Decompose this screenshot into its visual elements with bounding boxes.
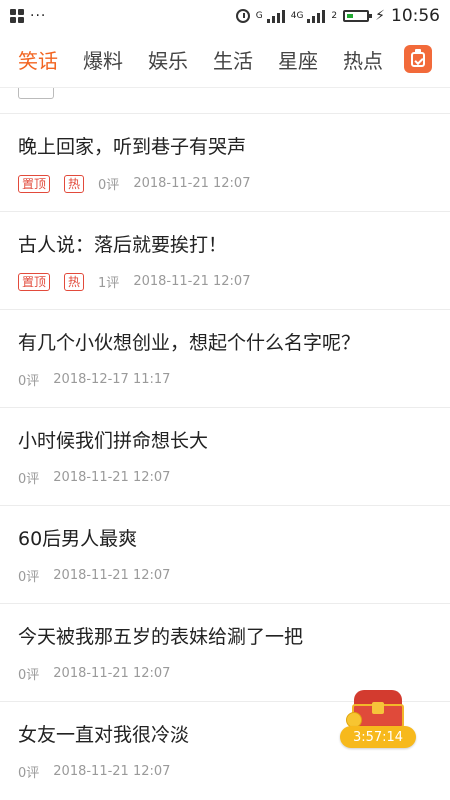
network-type-2: 4G bbox=[290, 11, 304, 21]
app-grid-icon bbox=[10, 9, 24, 23]
partial-list-item bbox=[18, 88, 54, 99]
comment-count: 0评 bbox=[18, 766, 40, 781]
list-item[interactable]: 有几个小伙想创业，想起个什么名字呢？ 0评 2018-12-17 11:17 bbox=[0, 309, 450, 407]
signal-2-icon bbox=[307, 9, 326, 23]
article-date: 2018-11-21 12:07 bbox=[53, 764, 171, 779]
tab-exposes[interactable]: 爆料 bbox=[83, 45, 123, 74]
article-title: 60后男人最爽 bbox=[18, 528, 138, 550]
article-date: 2018-11-21 12:07 bbox=[53, 568, 171, 583]
tab-jokes[interactable]: 笑话 bbox=[18, 45, 58, 74]
tab-horoscope[interactable]: 星座 bbox=[278, 45, 318, 74]
article-meta: 置顶 热 1评 2018-11-21 12:07 bbox=[18, 272, 432, 291]
pinned-badge: 置顶 bbox=[18, 174, 51, 193]
article-meta: 0评 2018-11-21 12:07 bbox=[18, 664, 432, 683]
list-item[interactable]: 古人说：落后就要挨打！ 置顶 热 1评 2018-11-21 12:07 bbox=[0, 211, 450, 309]
list-item[interactable]: 今天被我那五岁的表妹给涮了一把 0评 2018-11-21 12:07 bbox=[0, 603, 450, 701]
comment-count: 0评 bbox=[18, 472, 40, 487]
list-item[interactable]: 晚上回家，听到巷子有哭声 置顶 热 0评 2018-11-21 12:07 bbox=[0, 113, 450, 211]
tab-entertainment[interactable]: 娱乐 bbox=[148, 45, 188, 74]
hot-badge: 热 bbox=[64, 174, 85, 193]
comment-count: 0评 bbox=[18, 668, 40, 683]
article-date: 2018-11-21 12:07 bbox=[53, 666, 171, 681]
article-title: 有几个小伙想创业，想起个什么名字呢？ bbox=[18, 332, 361, 354]
comment-count: 0评 bbox=[18, 570, 40, 585]
comment-count: 0评 bbox=[98, 178, 120, 193]
network-type-1: G bbox=[255, 11, 263, 21]
reward-treasure-button[interactable]: 3:57:14 bbox=[338, 690, 420, 750]
status-time: 10:56 bbox=[391, 6, 440, 26]
charging-icon: ⚡ bbox=[375, 8, 385, 24]
list-item[interactable]: 60后男人最爽 0评 2018-11-21 12:07 bbox=[0, 505, 450, 603]
tab-manage-button[interactable] bbox=[404, 45, 432, 73]
article-date: 2018-11-21 12:07 bbox=[133, 176, 251, 191]
sim-2-label: 2 bbox=[331, 11, 338, 21]
pinned-badge: 置顶 bbox=[18, 272, 51, 291]
chest-lock-icon bbox=[372, 702, 384, 714]
more-notifications-icon: ··· bbox=[30, 8, 47, 24]
article-meta: 0评 2018-12-17 11:17 bbox=[18, 370, 432, 389]
tab-life[interactable]: 生活 bbox=[213, 45, 253, 74]
article-date: 2018-12-17 11:17 bbox=[53, 372, 171, 387]
list-item[interactable]: 小时候我们拼命想长大 0评 2018-11-21 12:07 bbox=[0, 407, 450, 505]
article-date: 2018-11-21 12:07 bbox=[133, 274, 251, 289]
article-meta: 0评 2018-11-21 12:07 bbox=[18, 468, 432, 487]
comment-count: 1评 bbox=[98, 276, 120, 291]
article-title: 小时候我们拼命想长大 bbox=[18, 430, 209, 452]
article-title: 晚上回家，听到巷子有哭声 bbox=[18, 136, 247, 158]
reward-countdown: 3:57:14 bbox=[340, 726, 416, 748]
hot-badge: 热 bbox=[64, 272, 85, 291]
status-bar: ··· G 4G 2 ⚡ 10:56 bbox=[0, 0, 450, 32]
article-date: 2018-11-21 12:07 bbox=[53, 470, 171, 485]
clipboard-icon bbox=[411, 48, 425, 67]
category-tabs: 笑话 爆料 娱乐 生活 星座 热点 bbox=[0, 32, 450, 88]
battery-icon bbox=[343, 10, 373, 22]
article-title: 今天被我那五岁的表妹给涮了一把 bbox=[18, 626, 304, 648]
article-meta: 0评 2018-11-21 12:07 bbox=[18, 762, 432, 781]
tab-hot[interactable]: 热点 bbox=[343, 45, 383, 74]
article-meta: 置顶 热 0评 2018-11-21 12:07 bbox=[18, 174, 432, 193]
article-title: 古人说：落后就要挨打！ bbox=[18, 234, 228, 256]
status-left: ··· bbox=[10, 8, 46, 24]
article-meta: 0评 2018-11-21 12:07 bbox=[18, 566, 432, 585]
alarm-icon bbox=[235, 9, 250, 23]
comment-count: 0评 bbox=[18, 374, 40, 389]
signal-1-icon bbox=[266, 9, 285, 23]
status-right: G 4G 2 ⚡ 10:56 bbox=[235, 6, 440, 26]
